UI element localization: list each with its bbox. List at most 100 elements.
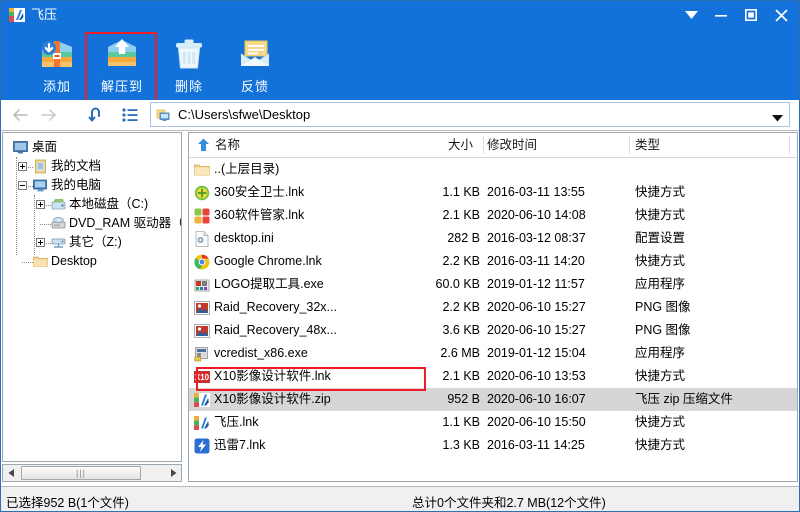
table-row[interactable]: 360安全卫士.lnk 1.1 KB 2016-03-11 13:55 快捷方式 bbox=[189, 181, 797, 204]
maximize-button[interactable] bbox=[736, 0, 766, 30]
trash-icon bbox=[169, 34, 209, 74]
file-date: 2016-03-11 14:20 bbox=[487, 254, 585, 268]
column-divider[interactable] bbox=[629, 136, 630, 154]
table-row[interactable]: ..(上层目录) bbox=[189, 158, 797, 181]
tree-node-local-disk-c[interactable]: 本地磁盘（C:) bbox=[9, 195, 181, 214]
list-view-button[interactable] bbox=[118, 104, 142, 126]
sort-ascending-icon bbox=[197, 138, 210, 155]
delete-button-label: 删除 bbox=[174, 79, 203, 94]
file-name: Raid_Recovery_32x... bbox=[214, 300, 337, 314]
file-type: PNG 图像 bbox=[635, 323, 691, 337]
tree-node-label: 我的文档 bbox=[51, 159, 102, 173]
file-type: PNG 图像 bbox=[635, 300, 691, 314]
installer-exe-icon bbox=[194, 346, 210, 362]
address-input[interactable]: C:\Users\sfwe\Desktop bbox=[150, 102, 790, 127]
feedback-button[interactable]: 反馈 bbox=[222, 32, 288, 98]
table-row[interactable]: desktop.ini 282 B 2016-03-12 08:37 配置设置 bbox=[189, 227, 797, 250]
up-level-button[interactable] bbox=[84, 104, 108, 126]
table-row[interactable]: Raid_Recovery_32x... 2.2 KB 2020-06-10 1… bbox=[189, 296, 797, 319]
status-selection-text: 已选择952 B(1个文件) bbox=[6, 496, 129, 510]
table-row[interactable]: X10影像设计软件.zip 952 B 2020-06-10 16:07 飞压 … bbox=[189, 388, 797, 411]
tree-expander-plus[interactable] bbox=[18, 162, 27, 171]
extract-to-button-label: 解压到 bbox=[100, 79, 143, 94]
tree-node-dvd-ram-drive[interactable]: DVD_RAM 驱动器（D bbox=[9, 214, 181, 233]
table-row[interactable]: Google Chrome.lnk 2.2 KB 2016-03-11 14:2… bbox=[189, 250, 797, 273]
table-row[interactable]: 360软件管家.lnk 2.1 KB 2020-06-10 14:08 快捷方式 bbox=[189, 204, 797, 227]
forward-button[interactable] bbox=[36, 104, 60, 126]
up-level-icon bbox=[88, 107, 100, 122]
address-bar: C:\Users\sfwe\Desktop bbox=[0, 100, 800, 131]
tree-node-label: DVD_RAM 驱动器（D bbox=[69, 216, 182, 230]
tree-node-other-z[interactable]: 其它（Z:) bbox=[9, 233, 181, 252]
tree-expander-minus[interactable] bbox=[18, 181, 27, 190]
scroll-right-button[interactable] bbox=[165, 465, 181, 481]
tree-node-label: 本地磁盘（C:) bbox=[69, 197, 149, 211]
tree-expander-plus[interactable] bbox=[36, 200, 45, 209]
column-header-size[interactable]: 大小 bbox=[394, 133, 479, 157]
tree-node-label: 其它（Z:) bbox=[69, 235, 122, 249]
folder-icon bbox=[33, 254, 48, 269]
column-header-date[interactable]: 修改时间 bbox=[487, 133, 627, 157]
back-button[interactable] bbox=[8, 104, 32, 126]
tree-node-desktop-folder[interactable]: Desktop bbox=[9, 252, 181, 271]
feiya-zip-icon bbox=[194, 392, 210, 408]
tree-node-desktop[interactable]: 桌面 bbox=[9, 138, 181, 157]
envelope-feedback-icon bbox=[235, 34, 275, 74]
table-row[interactable]: X10 X10影像设计软件.lnk 2.1 KB 2020-06-10 13:5… bbox=[189, 365, 797, 388]
file-size: 2.2 KB bbox=[442, 254, 480, 268]
harddisk-icon bbox=[51, 197, 66, 212]
archive-add-icon bbox=[37, 34, 77, 74]
column-divider[interactable] bbox=[483, 136, 484, 154]
file-name: desktop.ini bbox=[214, 231, 274, 245]
scroll-right-icon bbox=[170, 469, 176, 477]
tree-node-label: 桌面 bbox=[32, 140, 58, 154]
file-list-rows: ..(上层目录) 360安全卫士.lnk 1.1 KB 2016-03-11 1… bbox=[189, 158, 797, 457]
file-type: 快捷方式 bbox=[635, 208, 686, 222]
exe-logo-tool-icon bbox=[194, 277, 210, 293]
folder-tree-pane[interactable]: 桌面 我的文档 我的电脑 本地磁盘（C:) DVD_RAM 驱动器（D 其它（Z… bbox=[2, 132, 182, 462]
file-list-pane[interactable]: 名称 大小 修改时间 类型 ..(上层目录) 360安全卫士.lnk 1.1 K… bbox=[188, 132, 798, 482]
file-name: 迅雷7.lnk bbox=[214, 438, 266, 452]
table-row[interactable]: 迅雷7.lnk 1.3 KB 2016-03-11 14:25 快捷方式 bbox=[189, 434, 797, 457]
folder-up-icon bbox=[194, 162, 210, 178]
add-button[interactable]: 添加 bbox=[24, 32, 90, 98]
file-size: 60.0 KB bbox=[435, 277, 480, 291]
computer-icon bbox=[33, 178, 48, 193]
svg-text:X10: X10 bbox=[195, 373, 210, 382]
scroll-left-button[interactable] bbox=[3, 465, 19, 481]
chevron-down-icon[interactable] bbox=[772, 111, 783, 125]
window-title: 飞压 bbox=[31, 7, 58, 22]
tree-horizontal-scrollbar[interactable]: ||| bbox=[2, 464, 182, 482]
shield-360-icon bbox=[194, 185, 210, 201]
column-divider[interactable] bbox=[789, 136, 790, 154]
tree-node-my-computer[interactable]: 我的电脑 bbox=[9, 176, 181, 195]
column-header-type[interactable]: 类型 bbox=[635, 133, 785, 157]
menu-dropdown-button[interactable] bbox=[676, 0, 706, 30]
ini-config-icon bbox=[194, 231, 210, 247]
file-type: 快捷方式 bbox=[635, 438, 686, 452]
delete-button[interactable]: 删除 bbox=[156, 32, 222, 98]
status-total-text: 总计0个文件夹和2.7 MB(12个文件) bbox=[412, 496, 606, 510]
file-size: 952 B bbox=[447, 392, 480, 406]
file-size: 2.1 KB bbox=[442, 208, 480, 222]
file-date: 2016-03-11 14:25 bbox=[487, 438, 585, 452]
360-software-icon bbox=[194, 208, 210, 224]
tree-connector bbox=[40, 224, 51, 225]
file-size: 1.3 KB bbox=[442, 438, 480, 452]
forward-arrow-icon bbox=[40, 109, 56, 121]
tree-expander-plus[interactable] bbox=[36, 238, 45, 247]
scrollbar-thumb[interactable]: ||| bbox=[21, 466, 141, 480]
tree-node-my-documents[interactable]: 我的文档 bbox=[9, 157, 181, 176]
table-row[interactable]: LOGO提取工具.exe 60.0 KB 2019-01-12 11:57 应用… bbox=[189, 273, 797, 296]
chrome-icon bbox=[194, 254, 210, 270]
table-row[interactable]: Raid_Recovery_48x... 3.6 KB 2020-06-10 1… bbox=[189, 319, 797, 342]
back-arrow-icon bbox=[12, 109, 28, 121]
scroll-left-icon bbox=[8, 469, 14, 477]
table-row[interactable]: 飞压.lnk 1.1 KB 2020-06-10 15:50 快捷方式 bbox=[189, 411, 797, 434]
table-row[interactable]: vcredist_x86.exe 2.6 MB 2019-01-12 15:04… bbox=[189, 342, 797, 365]
png-image-icon bbox=[194, 300, 210, 316]
minimize-button[interactable] bbox=[706, 0, 736, 30]
close-button[interactable] bbox=[766, 0, 796, 30]
extract-to-button[interactable]: 解压到 bbox=[89, 32, 155, 98]
file-size: 2.2 KB bbox=[442, 300, 480, 314]
